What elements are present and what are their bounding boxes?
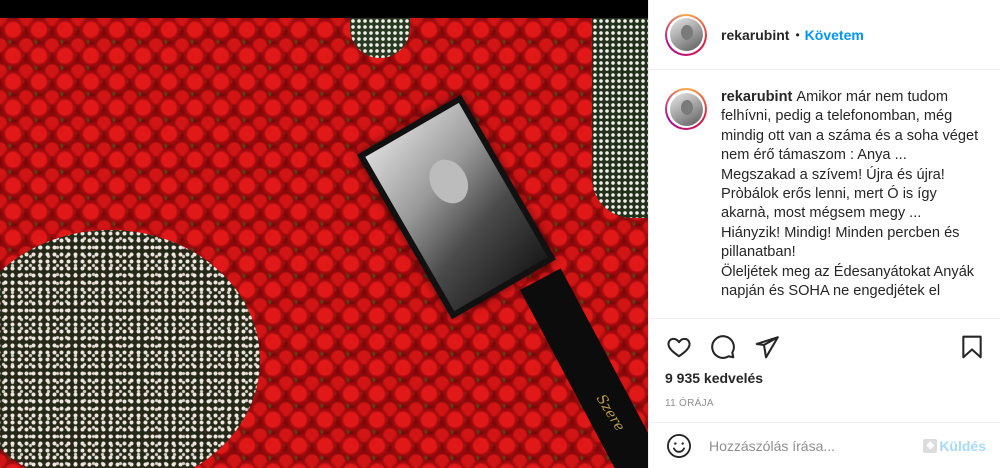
heart-icon[interactable]	[665, 333, 693, 361]
likes-count[interactable]: 9 935 kedvelés	[665, 370, 763, 386]
caption-text: rekarubint Amikor már nem tudom felhívni,…	[721, 88, 989, 316]
smiley-icon[interactable]	[665, 432, 693, 460]
send-badge-icon: ◈	[923, 438, 938, 453]
post-sidebar: rekarubint • Követem rekarubint Amikor má…	[648, 0, 1000, 468]
post-timestamp[interactable]: 11 ÓRÁJA	[665, 398, 714, 409]
comment-bar: ◈Küldés	[649, 422, 1000, 468]
comment-bubble-icon[interactable]	[709, 333, 737, 361]
post-photo[interactable]: Szere	[0, 0, 648, 468]
avatar-image	[669, 18, 703, 51]
send-label: Küldés	[939, 437, 986, 454]
avatar-image	[669, 92, 703, 126]
caption-avatar[interactable]	[665, 88, 707, 130]
post-header: rekarubint • Követem	[649, 0, 1000, 70]
caption-username[interactable]: rekarubint	[721, 89, 792, 105]
photo-top-bar	[0, 0, 648, 18]
caption-body: Amikor már nem tudom felhívni, pedig a t…	[721, 89, 979, 300]
header-separator: •	[795, 27, 800, 42]
portrait-face	[421, 152, 476, 211]
send-button[interactable]: ◈ Küldés	[923, 438, 986, 454]
paper-plane-icon[interactable]	[753, 333, 781, 361]
avatar-ring-inner	[667, 15, 705, 54]
follow-button[interactable]: Követem	[805, 27, 864, 43]
header-avatar[interactable]	[665, 13, 707, 56]
caption-area: rekarubint Amikor már nem tudom felhívni,…	[665, 88, 1000, 316]
avatar-ring-inner	[667, 90, 705, 128]
caption-paragraph: rekarubint Amikor már nem tudom felhívni,…	[721, 88, 989, 301]
babys-breath-right	[592, 18, 648, 218]
bookmark-icon[interactable]	[958, 333, 986, 361]
comment-input[interactable]	[709, 437, 924, 454]
header-username[interactable]: rekarubint	[721, 27, 789, 43]
post-actions-bar	[649, 318, 1000, 374]
